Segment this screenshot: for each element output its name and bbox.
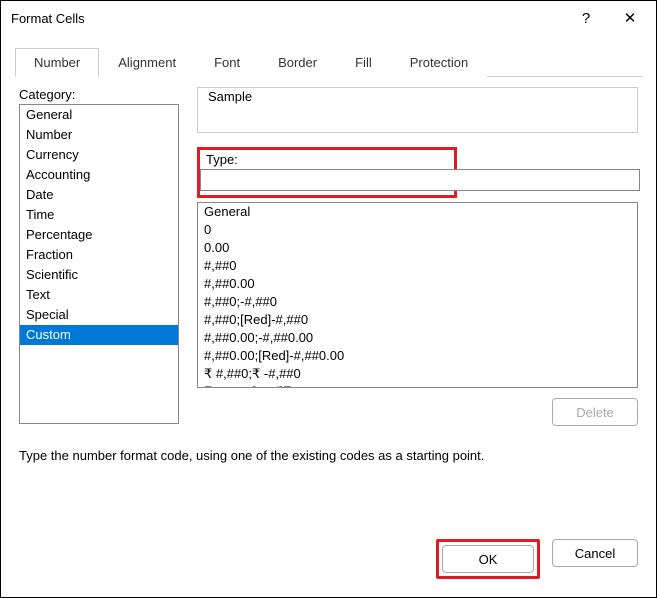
format-item[interactable]: #,##0;[Red]-#,##0 [198, 311, 637, 329]
format-item[interactable]: #,##0.00 [198, 275, 637, 293]
category-item[interactable]: General [20, 105, 178, 125]
cancel-button[interactable]: Cancel [552, 539, 638, 567]
category-label: Category: [19, 87, 179, 102]
category-item[interactable]: Text [20, 285, 178, 305]
sample-box: Sample [197, 87, 638, 133]
format-item[interactable]: 0.00 [198, 239, 637, 257]
format-item[interactable]: ₹ #,##0;₹ -#,##0 [198, 365, 637, 383]
help-button[interactable]: ? [564, 3, 608, 33]
format-item[interactable]: #,##0 [198, 257, 637, 275]
tab-content: Category: General Number Currency Accoun… [1, 77, 656, 523]
category-item[interactable]: Custom [20, 325, 178, 345]
tab-number[interactable]: Number [15, 48, 99, 77]
category-item[interactable]: Time [20, 205, 178, 225]
tab-font[interactable]: Font [195, 48, 259, 77]
close-button[interactable]: ✕ [608, 3, 652, 33]
category-item[interactable]: Fraction [20, 245, 178, 265]
dialog-title: Format Cells [11, 11, 564, 26]
type-input[interactable] [200, 169, 640, 191]
ok-highlight: OK [436, 539, 540, 579]
category-item[interactable]: Percentage [20, 225, 178, 245]
type-highlight: Type: [197, 147, 457, 198]
tab-protection[interactable]: Protection [391, 48, 488, 77]
delete-button[interactable]: Delete [552, 398, 638, 426]
format-item[interactable]: General [198, 203, 637, 221]
format-item[interactable]: ₹ #,##0;[Red]₹ -#,##0 [198, 383, 637, 388]
ok-button[interactable]: OK [442, 545, 534, 573]
sample-label: Sample [208, 89, 627, 104]
category-item[interactable]: Currency [20, 145, 178, 165]
dialog-footer: OK Cancel [1, 523, 656, 597]
tab-border[interactable]: Border [259, 48, 336, 77]
tab-alignment[interactable]: Alignment [99, 48, 195, 77]
category-list[interactable]: General Number Currency Accounting Date … [19, 104, 179, 424]
category-item[interactable]: Date [20, 185, 178, 205]
description-text: Type the number format code, using one o… [19, 448, 638, 463]
format-list[interactable]: General 0 0.00 #,##0 #,##0.00 #,##0;-#,#… [197, 202, 638, 388]
format-item[interactable]: #,##0.00;-#,##0.00 [198, 329, 637, 347]
category-item[interactable]: Number [20, 125, 178, 145]
format-cells-dialog: Format Cells ? ✕ Number Alignment Font B… [0, 0, 657, 598]
format-item[interactable]: #,##0;-#,##0 [198, 293, 637, 311]
type-label: Type: [206, 152, 448, 167]
format-item[interactable]: #,##0.00;[Red]-#,##0.00 [198, 347, 637, 365]
titlebar: Format Cells ? ✕ [1, 1, 656, 35]
category-item[interactable]: Scientific [20, 265, 178, 285]
category-item[interactable]: Special [20, 305, 178, 325]
tabs: Number Alignment Font Border Fill Protec… [15, 47, 642, 77]
format-item[interactable]: 0 [198, 221, 637, 239]
category-item[interactable]: Accounting [20, 165, 178, 185]
tab-fill[interactable]: Fill [336, 48, 391, 77]
